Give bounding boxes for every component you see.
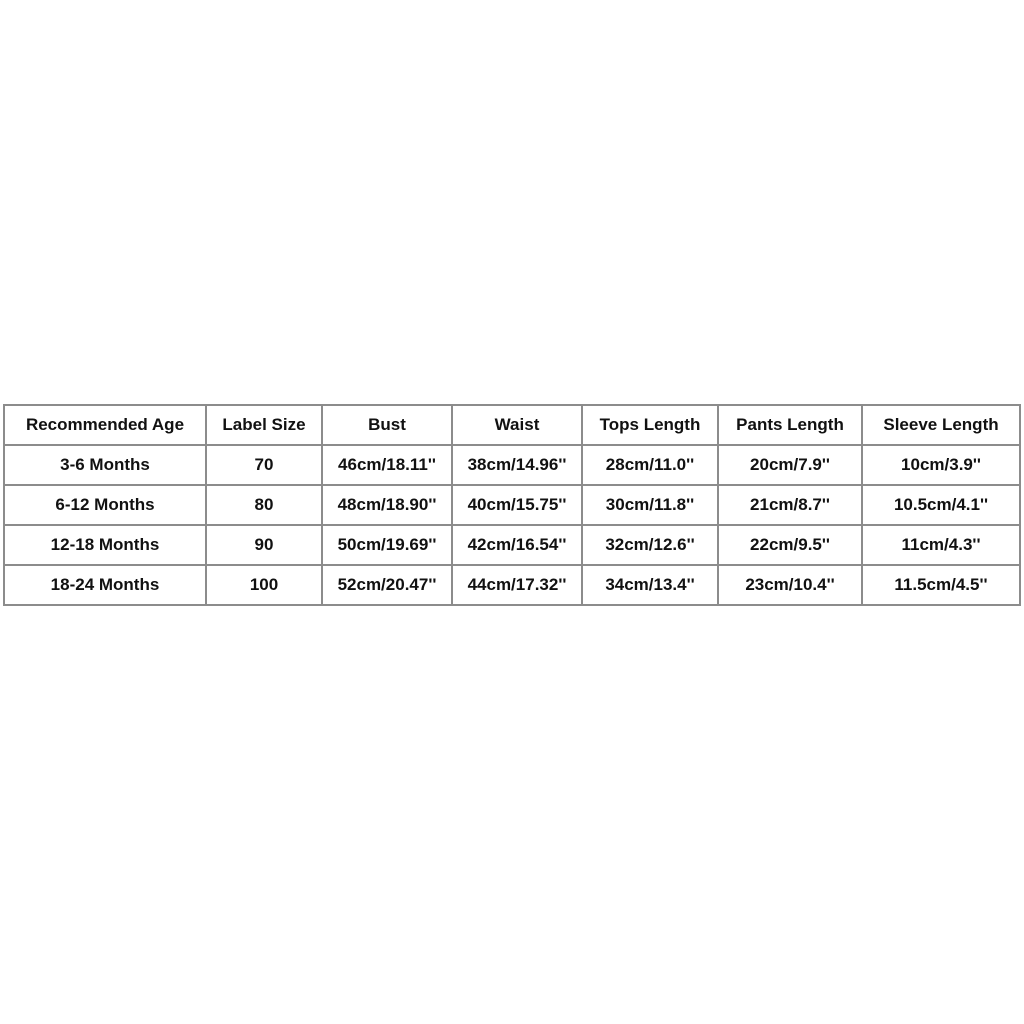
cell-recommended-age: 3-6 Months (3, 444, 207, 486)
cell-bust: 50cm/19.69'' (321, 524, 453, 566)
header-waist: Waist (451, 404, 583, 446)
cell-pants-length: 23cm/10.4'' (717, 564, 863, 606)
cell-tops-length: 32cm/12.6'' (581, 524, 719, 566)
header-recommended-age: Recommended Age (3, 404, 207, 446)
cell-sleeve-length: 10cm/3.9'' (861, 444, 1021, 486)
header-tops-length: Tops Length (581, 404, 719, 446)
cell-waist: 44cm/17.32'' (451, 564, 583, 606)
table-row: 18-24 Months 100 52cm/20.47'' 44cm/17.32… (3, 564, 1021, 606)
cell-tops-length: 28cm/11.0'' (581, 444, 719, 486)
cell-pants-length: 21cm/8.7'' (717, 484, 863, 526)
cell-waist: 40cm/15.75'' (451, 484, 583, 526)
cell-sleeve-length: 11.5cm/4.5'' (861, 564, 1021, 606)
cell-bust: 46cm/18.11'' (321, 444, 453, 486)
header-pants-length: Pants Length (717, 404, 863, 446)
cell-pants-length: 22cm/9.5'' (717, 524, 863, 566)
table-row: 6-12 Months 80 48cm/18.90'' 40cm/15.75''… (3, 484, 1021, 526)
cell-label-size: 100 (205, 564, 323, 606)
table-row: 3-6 Months 70 46cm/18.11'' 38cm/14.96'' … (3, 444, 1021, 486)
cell-recommended-age: 6-12 Months (3, 484, 207, 526)
header-sleeve-length: Sleeve Length (861, 404, 1021, 446)
cell-waist: 42cm/16.54'' (451, 524, 583, 566)
cell-recommended-age: 18-24 Months (3, 564, 207, 606)
cell-tops-length: 30cm/11.8'' (581, 484, 719, 526)
cell-bust: 48cm/18.90'' (321, 484, 453, 526)
cell-sleeve-length: 10.5cm/4.1'' (861, 484, 1021, 526)
cell-sleeve-length: 11cm/4.3'' (861, 524, 1021, 566)
header-label-size: Label Size (205, 404, 323, 446)
cell-pants-length: 20cm/7.9'' (717, 444, 863, 486)
cell-recommended-age: 12-18 Months (3, 524, 207, 566)
cell-label-size: 90 (205, 524, 323, 566)
header-row: Recommended Age Label Size Bust Waist To… (3, 404, 1021, 446)
size-chart-table: Recommended Age Label Size Bust Waist To… (3, 404, 1021, 606)
cell-tops-length: 34cm/13.4'' (581, 564, 719, 606)
cell-label-size: 70 (205, 444, 323, 486)
table-row: 12-18 Months 90 50cm/19.69'' 42cm/16.54'… (3, 524, 1021, 566)
cell-waist: 38cm/14.96'' (451, 444, 583, 486)
cell-label-size: 80 (205, 484, 323, 526)
cell-bust: 52cm/20.47'' (321, 564, 453, 606)
header-bust: Bust (321, 404, 453, 446)
